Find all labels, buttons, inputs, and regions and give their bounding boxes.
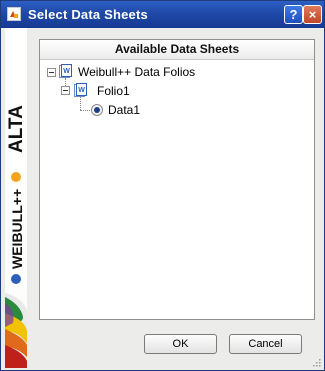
- brand-alta-text: ALTA: [6, 105, 26, 153]
- brand-weibull-text: WEIBULL++: [9, 189, 25, 269]
- cancel-button[interactable]: Cancel: [229, 334, 302, 354]
- tree-connector: [80, 110, 90, 111]
- collapse-folio-toggle[interactable]: [61, 86, 70, 95]
- folio-icon: W: [59, 64, 72, 78]
- brand-logo: ALTA WEIBULL++: [6, 105, 26, 269]
- folio-icon: W: [74, 83, 87, 97]
- ok-button[interactable]: OK: [144, 334, 217, 354]
- window-title: Select Data Sheets: [28, 7, 148, 22]
- select-data-sheets-dialog: Select Data Sheets ? × ALTA WEIBULL++ Av…: [0, 0, 325, 371]
- title-bar[interactable]: Select Data Sheets ? ×: [1, 1, 324, 28]
- radio-icon[interactable]: [90, 103, 104, 117]
- tree-root-label[interactable]: Weibull++ Data Folios: [78, 65, 195, 79]
- resize-grip-icon[interactable]: [311, 357, 321, 367]
- help-button[interactable]: ?: [284, 5, 303, 24]
- list-header: Available Data Sheets: [40, 40, 314, 60]
- data-sheets-list[interactable]: Available Data Sheets W Weibull++ Data F…: [39, 39, 315, 320]
- question-icon: ?: [289, 7, 298, 22]
- tree-sheet-label[interactable]: Data1: [108, 103, 140, 117]
- tree-connector: [80, 97, 81, 110]
- brand-swirl-icon: [5, 274, 27, 368]
- tree-folio-label[interactable]: Folio1: [97, 84, 130, 98]
- svg-text:W: W: [63, 68, 70, 75]
- close-button[interactable]: ×: [303, 5, 322, 24]
- collapse-root-toggle[interactable]: [47, 68, 56, 77]
- brand-sidebar: ALTA WEIBULL++: [5, 28, 27, 368]
- close-icon: ×: [308, 7, 317, 22]
- app-icon: [7, 7, 21, 21]
- svg-text:W: W: [78, 87, 85, 94]
